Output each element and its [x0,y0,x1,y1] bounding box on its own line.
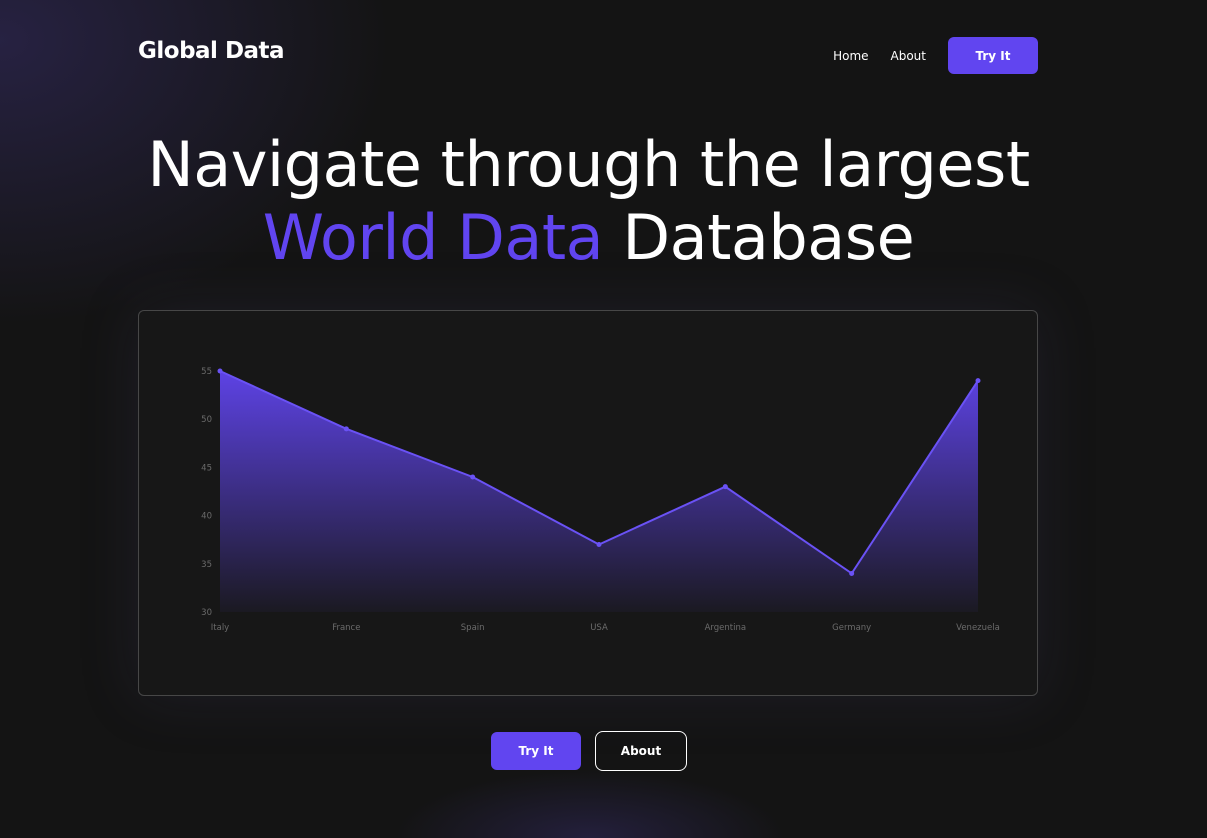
y-tick-label: 35 [201,560,212,570]
hero-line-2-rest: Database [622,201,915,274]
data-point [343,426,349,432]
y-tick-label: 30 [201,608,212,618]
about-button[interactable]: About [595,731,687,771]
x-tick-label: Germany [832,623,871,633]
nav-about-link[interactable]: About [891,49,926,63]
area-fill [220,371,978,612]
hero-line-2: World Data Database [0,201,1177,274]
x-tick-label: Italy [211,623,229,633]
data-point [596,542,602,548]
hero-headline: Navigate through the largest World Data … [0,128,1177,274]
y-tick-label: 40 [201,512,212,522]
data-point [217,368,223,374]
x-tick-label: USA [590,623,608,633]
chart-card: 30 35 40 45 50 55 Italy France Spain USA Argentin… [138,310,1038,696]
y-tick-label: 55 [201,367,212,377]
top-nav: Home About Try It [833,37,1038,74]
data-point [470,474,476,480]
area-chart: 30 35 40 45 50 55 Italy France Spain USA Argentin… [201,367,1000,633]
data-point [849,570,855,576]
x-tick-label: Venezuela [956,623,1000,633]
nav-home-link[interactable]: Home [833,49,868,63]
hero-line-1: Navigate through the largest [147,128,1030,201]
y-tick-label: 50 [201,415,212,425]
cta-group: Try It About [491,731,687,771]
y-tick-label: 45 [201,463,212,473]
try-it-button[interactable]: Try It [491,732,581,770]
data-point [975,378,981,384]
hero-accent-text: World Data [262,201,604,274]
x-tick-label: France [332,623,360,633]
x-tick-label: Spain [461,623,485,633]
x-axis-ticks: Italy France Spain USA Argentina Germany Venez… [211,623,1000,633]
logo[interactable]: Global Data [138,38,285,64]
data-point [722,484,728,490]
nav-try-it-button[interactable]: Try It [948,37,1038,74]
x-tick-label: Argentina [705,623,746,633]
y-axis-ticks: 30 35 40 45 50 55 [201,367,212,618]
